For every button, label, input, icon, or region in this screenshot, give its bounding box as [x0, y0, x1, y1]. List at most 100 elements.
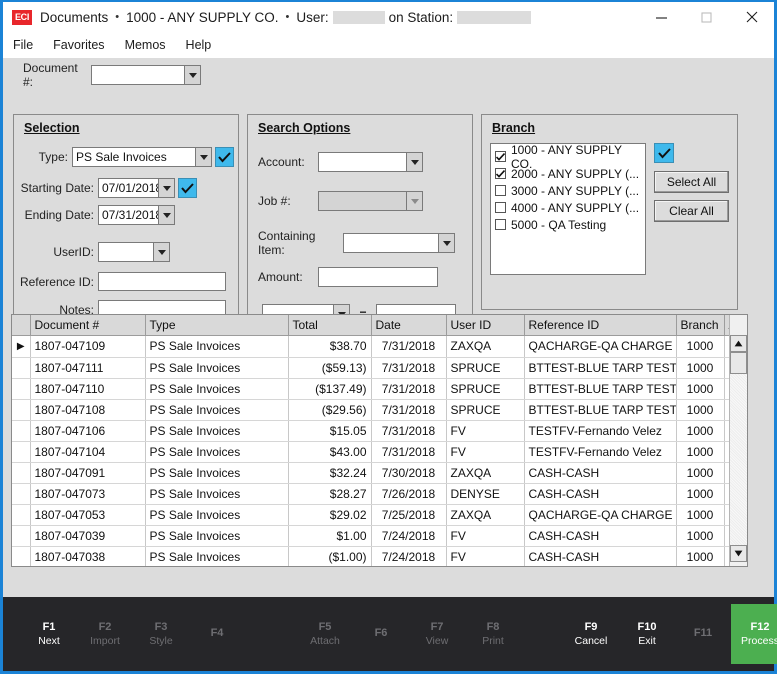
row-selector-cell[interactable] — [12, 504, 31, 526]
account-combo[interactable] — [318, 152, 423, 172]
table-row[interactable]: 1807-047091 PS Sale Invoices $32.24 7/30/20… — [12, 462, 729, 484]
starting-date-confirm-button[interactable] — [178, 178, 197, 198]
cell-date: 7/26/2018 — [371, 483, 447, 505]
checkbox-checked-icon[interactable] — [495, 168, 506, 179]
user-id-input[interactable] — [98, 242, 153, 262]
scroll-down-icon[interactable] — [730, 545, 747, 562]
document-number-input[interactable] — [91, 65, 184, 85]
row-selector-cell[interactable] — [12, 462, 31, 484]
chevron-down-icon[interactable] — [438, 233, 455, 253]
close-button[interactable] — [729, 2, 774, 32]
function-key-f9[interactable]: F9 Cancel — [563, 597, 619, 671]
column-header-user-id[interactable]: User ID — [446, 315, 525, 336]
function-key-f3[interactable]: F3 Style — [133, 597, 189, 671]
type-combo[interactable]: PS Sale Invoices — [72, 147, 212, 167]
ending-date-combo[interactable]: 07/31/2018 — [98, 205, 175, 225]
cell-document: 1807-047038 — [30, 546, 146, 566]
selection-panel-title: Selection — [24, 121, 80, 135]
function-key-f11[interactable]: F11 — [675, 597, 731, 671]
table-row[interactable]: 1807-047106 PS Sale Invoices $15.05 7/31/20… — [12, 420, 729, 442]
column-header-reference[interactable]: Reference ID — [524, 315, 677, 336]
starting-date-combo[interactable]: 07/01/2018 — [98, 178, 175, 198]
function-key-f12[interactable]: F12 Process — [731, 604, 777, 664]
row-selector-cell[interactable] — [12, 546, 31, 566]
row-selector-cell[interactable] — [12, 378, 31, 400]
document-number-combo[interactable] — [91, 65, 201, 85]
row-selector-cell[interactable] — [12, 441, 31, 463]
list-item[interactable]: 2000 - ANY SUPPLY (... — [495, 165, 645, 182]
clear-all-button[interactable]: Clear All — [654, 200, 729, 222]
grid-vertical-scrollbar[interactable] — [729, 315, 747, 566]
reference-id-input[interactable] — [98, 272, 226, 291]
table-row[interactable]: 1807-047104 PS Sale Invoices $43.00 7/31/20… — [12, 441, 729, 463]
list-item[interactable]: 3000 - ANY SUPPLY (... — [495, 182, 645, 199]
scrollbar-thumb[interactable] — [730, 352, 747, 374]
containing-item-input[interactable] — [343, 233, 438, 253]
menu-item-file[interactable]: File — [13, 38, 33, 52]
chevron-down-icon[interactable] — [184, 65, 201, 85]
containing-item-combo[interactable] — [343, 233, 455, 253]
starting-date-input[interactable]: 07/01/2018 — [98, 178, 162, 198]
table-row[interactable]: 1807-047038 PS Sale Invoices ($1.00) 7/24/2… — [12, 546, 729, 566]
row-selector-cell[interactable] — [12, 525, 31, 547]
table-row[interactable]: 1807-047111 PS Sale Invoices ($59.13) 7/31/… — [12, 357, 729, 379]
table-row[interactable]: 1807-047110 PS Sale Invoices ($137.49) 7/31… — [12, 378, 729, 400]
maximize-button[interactable] — [684, 2, 729, 32]
select-all-button[interactable]: Select All — [654, 171, 729, 193]
cell-date: 7/24/2018 — [371, 525, 447, 547]
table-row[interactable]: 1807-047073 PS Sale Invoices $28.27 7/26/20… — [12, 483, 729, 505]
chevron-down-icon[interactable] — [406, 191, 423, 211]
type-confirm-button[interactable] — [215, 147, 234, 167]
row-selector-cell[interactable] — [12, 483, 31, 505]
menu-item-help[interactable]: Help — [186, 38, 212, 52]
column-header-date[interactable]: Date — [371, 315, 447, 336]
function-key-f10[interactable]: F10 Exit — [619, 597, 675, 671]
branch-list[interactable]: 1000 - ANY SUPPLY CO. 2000 - ANY SUPPLY … — [490, 143, 646, 275]
list-item[interactable]: 4000 - ANY SUPPLY (... — [495, 199, 645, 216]
function-key-f4[interactable]: F4 — [189, 597, 245, 671]
row-selector-cell[interactable] — [12, 420, 31, 442]
table-row[interactable]: 1807-047053 PS Sale Invoices $29.02 7/25/20… — [12, 504, 729, 526]
branch-confirm-button[interactable] — [654, 143, 674, 163]
column-header-branch[interactable]: Branch — [676, 315, 725, 336]
chevron-down-icon[interactable] — [406, 152, 423, 172]
eci-logo-icon: ECI — [12, 9, 32, 25]
table-row[interactable]: 1807-047108 PS Sale Invoices ($29.56) 7/31/… — [12, 399, 729, 421]
list-item[interactable]: 1000 - ANY SUPPLY CO. — [495, 144, 645, 171]
function-key-f2[interactable]: F2 Import — [77, 597, 133, 671]
scrollbar-track[interactable] — [730, 374, 747, 545]
row-selector-cell[interactable] — [12, 357, 31, 379]
chevron-down-icon[interactable] — [158, 178, 175, 198]
chevron-down-icon[interactable] — [195, 147, 212, 167]
checkbox-unchecked-icon[interactable] — [495, 202, 506, 213]
table-row[interactable]: ▶ 1807-047109 PS Sale Invoices $38.70 7/31/2… — [12, 335, 729, 358]
column-header-type[interactable]: Type — [145, 315, 289, 336]
checkbox-unchecked-icon[interactable] — [495, 219, 506, 230]
chevron-down-icon[interactable] — [153, 242, 170, 262]
column-header-document[interactable]: Document # — [30, 315, 146, 336]
checkbox-checked-icon[interactable] — [495, 151, 506, 162]
row-selector-cell[interactable]: ▶ — [12, 335, 31, 358]
function-key-f6[interactable]: F6 — [353, 597, 409, 671]
function-key-f1[interactable]: F1 Next — [21, 597, 77, 671]
job-number-input[interactable] — [318, 191, 406, 211]
scroll-up-icon[interactable] — [730, 335, 747, 352]
table-row[interactable]: 1807-047039 PS Sale Invoices $1.00 7/24/201… — [12, 525, 729, 547]
type-input[interactable]: PS Sale Invoices — [72, 147, 195, 167]
menu-item-memos[interactable]: Memos — [125, 38, 166, 52]
amount-input[interactable] — [318, 267, 438, 287]
chevron-down-icon[interactable] — [158, 205, 175, 225]
row-selector-cell[interactable] — [12, 399, 31, 421]
function-key-f8[interactable]: F8 Print — [465, 597, 521, 671]
ending-date-input[interactable]: 07/31/2018 — [98, 205, 162, 225]
function-key-f7[interactable]: F7 View — [409, 597, 465, 671]
user-id-combo[interactable] — [98, 242, 170, 262]
minimize-button[interactable] — [639, 2, 684, 32]
account-input[interactable] — [318, 152, 406, 172]
menu-item-favorites[interactable]: Favorites — [53, 38, 104, 52]
job-number-combo[interactable] — [318, 191, 423, 211]
checkbox-unchecked-icon[interactable] — [495, 185, 506, 196]
column-header-total[interactable]: Total — [288, 315, 372, 336]
function-key-f5[interactable]: F5 Attach — [297, 597, 353, 671]
list-item[interactable]: 5000 - QA Testing — [495, 216, 645, 233]
